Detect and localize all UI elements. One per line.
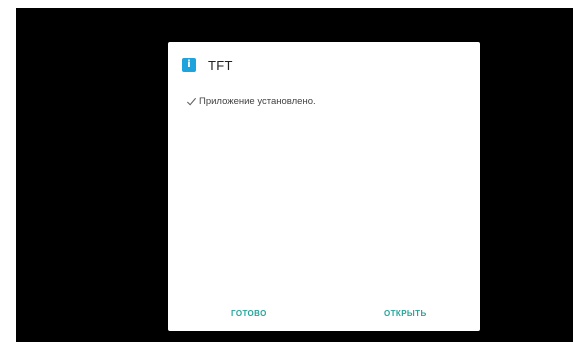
open-button[interactable]: ОТКРЫТЬ bbox=[384, 309, 427, 318]
dialog-actions: ГОТОВО ОТКРЫТЬ bbox=[168, 309, 480, 323]
done-button[interactable]: ГОТОВО bbox=[231, 309, 267, 318]
install-complete-dialog: i TFT Приложение установлено. ГОТОВО ОТК… bbox=[168, 42, 480, 331]
dialog-title: TFT bbox=[208, 57, 233, 73]
dialog-header: i TFT bbox=[182, 56, 233, 74]
checkmark-icon bbox=[186, 97, 197, 106]
info-icon: i bbox=[182, 58, 196, 72]
status-text: Приложение установлено. bbox=[199, 96, 316, 107]
screen-backdrop: i TFT Приложение установлено. ГОТОВО ОТК… bbox=[16, 8, 573, 342]
install-status: Приложение установлено. bbox=[186, 96, 316, 107]
